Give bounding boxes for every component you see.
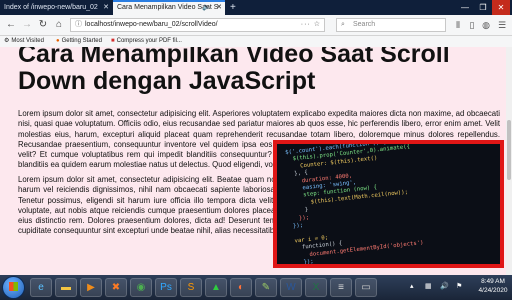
tab-strip: Index of /inwepo-new/baru_02 ✕ Cara Mena… xyxy=(0,0,512,15)
page-title: Cara Menampilkan Video Saat Scroll Down … xyxy=(18,47,450,95)
url-text: localhost/inwepo-new/baru_02/scrollVideo… xyxy=(85,21,218,28)
extension-icon[interactable]: ◍ xyxy=(480,19,492,31)
excel-icon[interactable]: X xyxy=(305,278,327,297)
tray-arrow-icon[interactable]: ▴ xyxy=(410,281,414,293)
network-icon[interactable]: ▦ xyxy=(425,281,432,293)
floating-video[interactable]: $('.count').each(function () { $(this).p… xyxy=(273,140,504,268)
xampp-icon[interactable]: ✖ xyxy=(105,278,127,297)
new-tab-button[interactable]: + xyxy=(230,1,236,14)
menu-icon[interactable]: ☰ xyxy=(496,19,508,31)
search-input[interactable]: ⌕ Search xyxy=(336,18,446,32)
bookmark-getting-started[interactable]: ● Getting Started xyxy=(56,36,102,47)
chrome-icon[interactable]: ◉ xyxy=(130,278,152,297)
info-icon[interactable]: ⓘ xyxy=(75,19,82,31)
close-icon[interactable]: ✕ xyxy=(216,2,222,14)
bookmark-most-visited[interactable]: ⚙ Most Visited xyxy=(4,36,44,47)
close-icon[interactable]: ✕ xyxy=(103,0,109,15)
folder-icon[interactable]: ▬ xyxy=(55,278,77,297)
flag-icon[interactable]: ⚑ xyxy=(456,281,462,293)
scrollbar-thumb[interactable] xyxy=(507,120,511,180)
start-button[interactable] xyxy=(3,277,24,298)
bookmark-label: Most Visited xyxy=(11,38,44,44)
close-icon[interactable]: 🔈 xyxy=(202,2,211,14)
bookmark-label: Compress your PDF fil... xyxy=(116,38,182,44)
search-placeholder: Search xyxy=(353,21,376,28)
back-arrow-icon[interactable]: ← xyxy=(4,18,18,32)
video-code-frame: $('.count').each(function () { $(this).p… xyxy=(285,144,425,264)
library-icon[interactable]: ⫴ xyxy=(452,19,464,31)
bookmark-label: Getting Started xyxy=(61,38,102,44)
firefox-icon[interactable]: ◐ xyxy=(230,278,252,297)
forward-arrow-icon[interactable]: → xyxy=(20,18,34,32)
windows-taskbar: e ▬ ▶ ✖ ◉ Ps S ▲ ◐ ✎ W X ≡ ▭ ▴ ▦ 🔊 ⚑ 8:4… xyxy=(0,275,512,300)
sublime-icon[interactable]: S xyxy=(180,278,202,297)
ie-icon[interactable]: e xyxy=(30,278,52,297)
gear-icon: ⚙ xyxy=(4,38,10,44)
navigation-bar: ← → ↻ ⌂ ⓘ localhost/inwepo-new/baru_02/sc… xyxy=(0,15,512,36)
home-icon[interactable]: ⌂ xyxy=(52,18,66,32)
tab-label: Index of /inwepo-new/baru_02 xyxy=(4,4,98,11)
paint-icon[interactable]: ✎ xyxy=(255,278,277,297)
reload-icon[interactable]: ↻ xyxy=(36,18,50,32)
photoshop-icon[interactable]: Ps xyxy=(155,278,177,297)
firefox-icon: ● xyxy=(56,38,60,44)
triangle-app-icon[interactable]: ▲ xyxy=(205,278,227,297)
volume-icon[interactable]: 🔊 xyxy=(440,281,449,293)
pdf-icon: ■ xyxy=(111,38,115,44)
clock-date: 4/24/2020 xyxy=(478,287,508,294)
close-window-icon[interactable]: ✕ xyxy=(492,0,510,15)
notepad-icon[interactable]: ≡ xyxy=(330,278,352,297)
terminal-icon[interactable]: ▭ xyxy=(355,278,377,297)
url-bar[interactable]: ⓘ localhost/inwepo-new/baru_02/scrollVide… xyxy=(70,18,325,32)
bookmark-compress-pdf[interactable]: ■ Compress your PDF fil... xyxy=(111,36,182,47)
clock-time: 8:49 AM xyxy=(481,278,505,285)
tab-index[interactable]: Index of /inwepo-new/baru_02 ✕ xyxy=(0,0,112,15)
sidebar-icon[interactable]: ▯ xyxy=(466,19,478,31)
more-icon[interactable]: ··· ☆ xyxy=(301,19,321,31)
word-icon[interactable]: W xyxy=(280,278,302,297)
maximize-icon[interactable]: ❐ xyxy=(474,0,492,15)
tab-scroll-video[interactable]: Cara Menampilkan Video Saat S 🔈 ✕ xyxy=(113,0,225,15)
media-icon[interactable]: ▶ xyxy=(80,278,102,297)
minimize-icon[interactable]: — xyxy=(456,0,474,15)
windows-logo-icon xyxy=(9,282,18,291)
search-icon: ⌕ xyxy=(341,21,345,28)
system-clock[interactable]: 8:49 AM 4/24/2020 xyxy=(475,277,511,295)
